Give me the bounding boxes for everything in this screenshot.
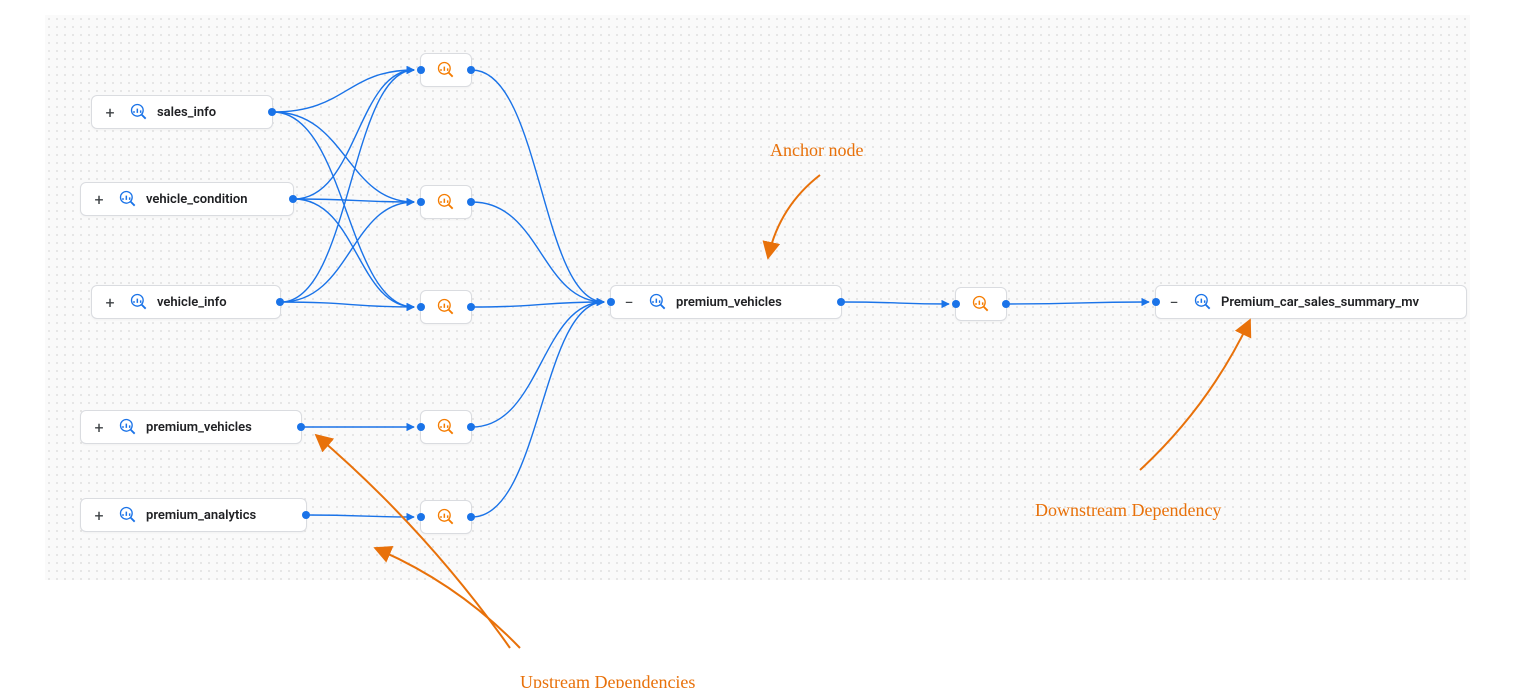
input-port <box>952 300 960 308</box>
output-port <box>289 195 297 203</box>
dependency-edge <box>294 70 414 199</box>
bigquery-icon <box>129 102 149 122</box>
dependency-edge <box>273 112 414 307</box>
output-port <box>276 298 284 306</box>
bigquery-icon <box>436 192 456 212</box>
dependency-edge <box>472 202 604 302</box>
expand-toggle[interactable]: − <box>1164 292 1185 312</box>
node-label: premium_vehicles <box>146 420 252 435</box>
table-node-vehicle_condition[interactable]: + vehicle_condition <box>80 182 294 216</box>
node-label: vehicle_condition <box>146 192 247 207</box>
expand-toggle[interactable]: − <box>619 292 640 312</box>
input-port <box>607 298 615 306</box>
table-node-premium_vehicles[interactable]: − premium_vehicles <box>610 285 842 319</box>
output-port <box>268 108 276 116</box>
table-node-premium_analytics[interactable]: + premium_analytics <box>80 498 307 532</box>
input-port <box>1152 298 1160 306</box>
dependency-edge <box>472 302 604 427</box>
table-node-vehicle_info[interactable]: + vehicle_info <box>91 285 281 319</box>
lineage-canvas[interactable]: + sales_info+ vehicle_condition+ vehicle… <box>45 15 1470 580</box>
bigquery-icon <box>118 417 138 437</box>
output-port <box>302 511 310 519</box>
bigquery-icon <box>436 60 456 80</box>
output-port <box>467 423 475 431</box>
table-node-summary_mv[interactable]: − Premium_car_sales_summary_mv <box>1155 285 1467 319</box>
node-label: premium_analytics <box>146 508 256 523</box>
node-label: sales_info <box>157 105 216 120</box>
node-label: Premium_car_sales_summary_mv <box>1221 295 1419 310</box>
dependency-edge <box>472 70 604 302</box>
diagram-viewport: + sales_info+ vehicle_condition+ vehicle… <box>0 0 1517 688</box>
bigquery-icon <box>436 417 456 437</box>
dependency-edge <box>273 112 414 202</box>
query-node[interactable] <box>420 410 472 444</box>
dependency-edge <box>472 302 604 517</box>
bigquery-icon <box>436 507 456 527</box>
input-port <box>417 513 425 521</box>
output-port <box>467 303 475 311</box>
expand-toggle[interactable]: + <box>89 417 110 437</box>
output-port <box>297 423 305 431</box>
output-port <box>467 66 475 74</box>
input-port <box>417 198 425 206</box>
dependency-edge <box>281 202 414 302</box>
expand-toggle[interactable]: + <box>100 292 121 312</box>
bigquery-icon <box>129 292 149 312</box>
dependency-edge <box>1007 302 1149 304</box>
dependency-edge <box>273 70 414 112</box>
table-node-premium_vehicles_src[interactable]: + premium_vehicles <box>80 410 302 444</box>
bigquery-icon <box>648 292 668 312</box>
query-node[interactable] <box>420 185 472 219</box>
bigquery-icon <box>1193 292 1213 312</box>
bigquery-icon <box>118 505 138 525</box>
dependency-edge <box>281 70 414 302</box>
bigquery-icon <box>118 189 138 209</box>
expand-toggle[interactable]: + <box>89 189 110 209</box>
query-node[interactable] <box>955 287 1007 321</box>
output-port <box>467 513 475 521</box>
output-port <box>1002 300 1010 308</box>
dependency-edge <box>472 302 604 307</box>
query-node[interactable] <box>420 53 472 87</box>
node-label: premium_vehicles <box>676 295 782 310</box>
bigquery-icon <box>971 294 991 314</box>
output-port <box>837 298 845 306</box>
dependency-edge <box>281 302 414 307</box>
input-port <box>417 66 425 74</box>
annotation-upstream: Upstream Dependencies <box>520 672 695 688</box>
expand-toggle[interactable]: + <box>89 505 110 525</box>
bigquery-icon <box>436 297 456 317</box>
table-node-sales_info[interactable]: + sales_info <box>91 95 273 129</box>
output-port <box>467 198 475 206</box>
input-port <box>417 303 425 311</box>
query-node[interactable] <box>420 290 472 324</box>
dependency-edge <box>294 199 414 202</box>
node-label: vehicle_info <box>157 295 227 310</box>
expand-toggle[interactable]: + <box>100 102 121 122</box>
dependency-edge <box>307 515 414 517</box>
dependency-edge <box>294 199 414 307</box>
query-node[interactable] <box>420 500 472 534</box>
input-port <box>417 423 425 431</box>
dependency-edge <box>842 302 949 304</box>
